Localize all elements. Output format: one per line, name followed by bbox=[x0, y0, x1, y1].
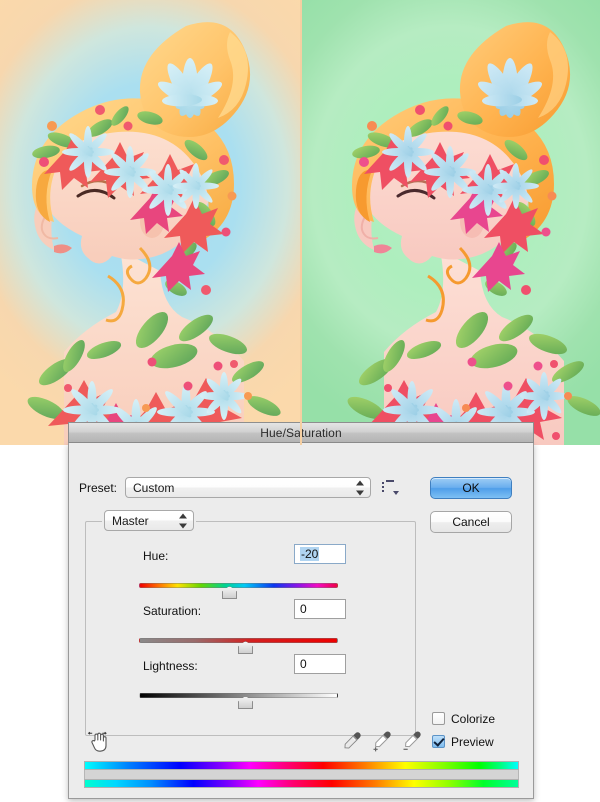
colorize-row[interactable]: Colorize bbox=[432, 707, 532, 730]
screenshot-root: Hue/Saturation Preset: Custom OK Cancel bbox=[0, 0, 600, 802]
preview-label: Preview bbox=[451, 734, 494, 749]
channel-select-wrapper: Master bbox=[102, 510, 196, 531]
preview-row[interactable]: Preview bbox=[432, 730, 532, 753]
hue-saturation-dialog: Hue/Saturation Preset: Custom OK Cancel bbox=[68, 422, 534, 799]
eyedropper-icon[interactable] bbox=[341, 730, 363, 752]
chevron-updown-icon bbox=[355, 480, 364, 495]
colorize-checkbox[interactable] bbox=[432, 712, 445, 725]
original-illustration bbox=[27, 22, 281, 445]
hue-slider-track[interactable] bbox=[139, 583, 338, 588]
scrubby-hand-icon[interactable] bbox=[87, 730, 111, 754]
hue-range-bars bbox=[84, 761, 519, 788]
image-preview-area bbox=[0, 0, 600, 445]
hue-range-bar-source bbox=[84, 761, 519, 770]
original-image-pane[interactable] bbox=[0, 0, 300, 445]
lightness-label: Lightness: bbox=[143, 659, 198, 673]
lightness-input[interactable]: 0 bbox=[294, 654, 346, 674]
hue-input[interactable]: -20 bbox=[294, 544, 346, 564]
adjusted-image-pane[interactable] bbox=[300, 0, 600, 445]
preset-row: Preset: Custom bbox=[79, 477, 400, 498]
saturation-value: 0 bbox=[300, 602, 307, 616]
eyedropper-subtract-icon[interactable] bbox=[401, 730, 423, 752]
preset-select[interactable]: Custom bbox=[125, 477, 372, 498]
saturation-input[interactable]: 0 bbox=[294, 599, 346, 619]
channel-select[interactable]: Master bbox=[104, 510, 194, 531]
hue-range-bar-result bbox=[84, 779, 519, 788]
colorize-label: Colorize bbox=[451, 711, 496, 726]
options-checkboxes: Colorize Preview bbox=[432, 707, 532, 753]
adjusted-illustration bbox=[347, 22, 600, 445]
channel-value: Master bbox=[112, 513, 149, 528]
ok-button[interactable]: OK bbox=[430, 477, 512, 499]
hue-range-selector-bar[interactable] bbox=[84, 770, 519, 779]
lightness-slider-track[interactable] bbox=[139, 693, 338, 698]
pane-divider bbox=[300, 0, 302, 445]
saturation-slider-track[interactable] bbox=[139, 638, 338, 643]
preset-value: Custom bbox=[133, 480, 175, 495]
preset-options-icon[interactable] bbox=[382, 480, 400, 495]
preset-label: Preset: bbox=[79, 480, 118, 495]
adjustment-group: Master Hue: -20 Saturation: 0 Lightness:… bbox=[85, 510, 416, 736]
chevron-updown-icon bbox=[178, 513, 187, 528]
eyedropper-tools bbox=[341, 730, 421, 752]
hue-value: -20 bbox=[300, 547, 320, 561]
saturation-label: Saturation: bbox=[143, 604, 202, 618]
hue-label: Hue: bbox=[143, 549, 169, 563]
cancel-button[interactable]: Cancel bbox=[430, 511, 512, 533]
eyedropper-add-icon[interactable] bbox=[371, 730, 393, 752]
preview-checkbox[interactable] bbox=[432, 735, 445, 748]
lightness-value: 0 bbox=[300, 657, 307, 671]
